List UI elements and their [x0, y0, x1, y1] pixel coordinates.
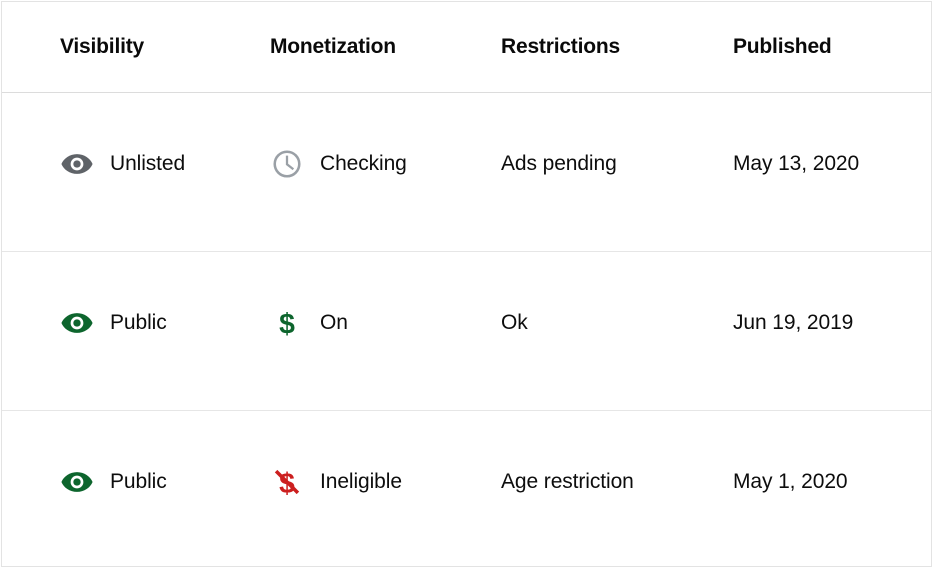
dollar-sign-off-icon: $ — [270, 465, 304, 500]
video-list-table: Visibility Monetization Restrictions Pub… — [1, 1, 932, 567]
published-date: May 1, 2020 — [733, 470, 848, 493]
visibility-label: Public — [110, 470, 167, 493]
cell-visibility[interactable]: Public — [60, 411, 167, 566]
published-date: Jun 19, 2019 — [733, 311, 854, 334]
cell-monetization[interactable]: $ Ineligible — [270, 411, 402, 566]
cell-restrictions[interactable]: Age restriction — [501, 411, 634, 566]
table-row[interactable]: Public $ On Ok Jun 19, 2019 — [2, 252, 931, 411]
cell-restrictions[interactable]: Ok — [501, 252, 528, 410]
restrictions-label: Ads pending — [501, 152, 617, 175]
column-header-visibility[interactable]: Visibility — [60, 35, 144, 59]
svg-text:$: $ — [279, 308, 295, 340]
eye-icon — [60, 147, 94, 181]
restrictions-label: Ok — [501, 311, 528, 334]
monetization-label: On — [320, 311, 348, 334]
dollar-sign-icon: $ — [270, 306, 304, 340]
column-header-restrictions[interactable]: Restrictions — [501, 35, 620, 59]
cell-published: May 13, 2020 — [733, 93, 859, 251]
cell-published: Jun 19, 2019 — [733, 252, 853, 410]
cell-restrictions[interactable]: Ads pending — [501, 93, 617, 251]
monetization-label: Checking — [320, 152, 407, 175]
visibility-label: Unlisted — [110, 152, 186, 175]
table-header-row: Visibility Monetization Restrictions Pub… — [2, 2, 931, 93]
eye-icon — [60, 306, 94, 340]
table-row[interactable]: Unlisted Checking Ads pending May 13, 20… — [2, 93, 931, 252]
cell-visibility[interactable]: Public — [60, 252, 167, 410]
column-header-monetization[interactable]: Monetization — [270, 35, 396, 59]
eye-icon — [60, 465, 94, 499]
cell-visibility[interactable]: Unlisted — [60, 93, 185, 251]
restrictions-label: Age restriction — [501, 470, 634, 493]
cell-monetization[interactable]: $ On — [270, 252, 348, 410]
visibility-label: Public — [110, 311, 167, 334]
table-row[interactable]: Public $ Ineligible Age restriction May … — [2, 411, 931, 566]
cell-published: May 1, 2020 — [733, 411, 848, 566]
column-header-published[interactable]: Published — [733, 35, 832, 59]
monetization-label: Ineligible — [320, 470, 402, 493]
clock-icon — [270, 147, 304, 181]
cell-monetization[interactable]: Checking — [270, 93, 407, 251]
published-date: May 13, 2020 — [733, 152, 860, 175]
